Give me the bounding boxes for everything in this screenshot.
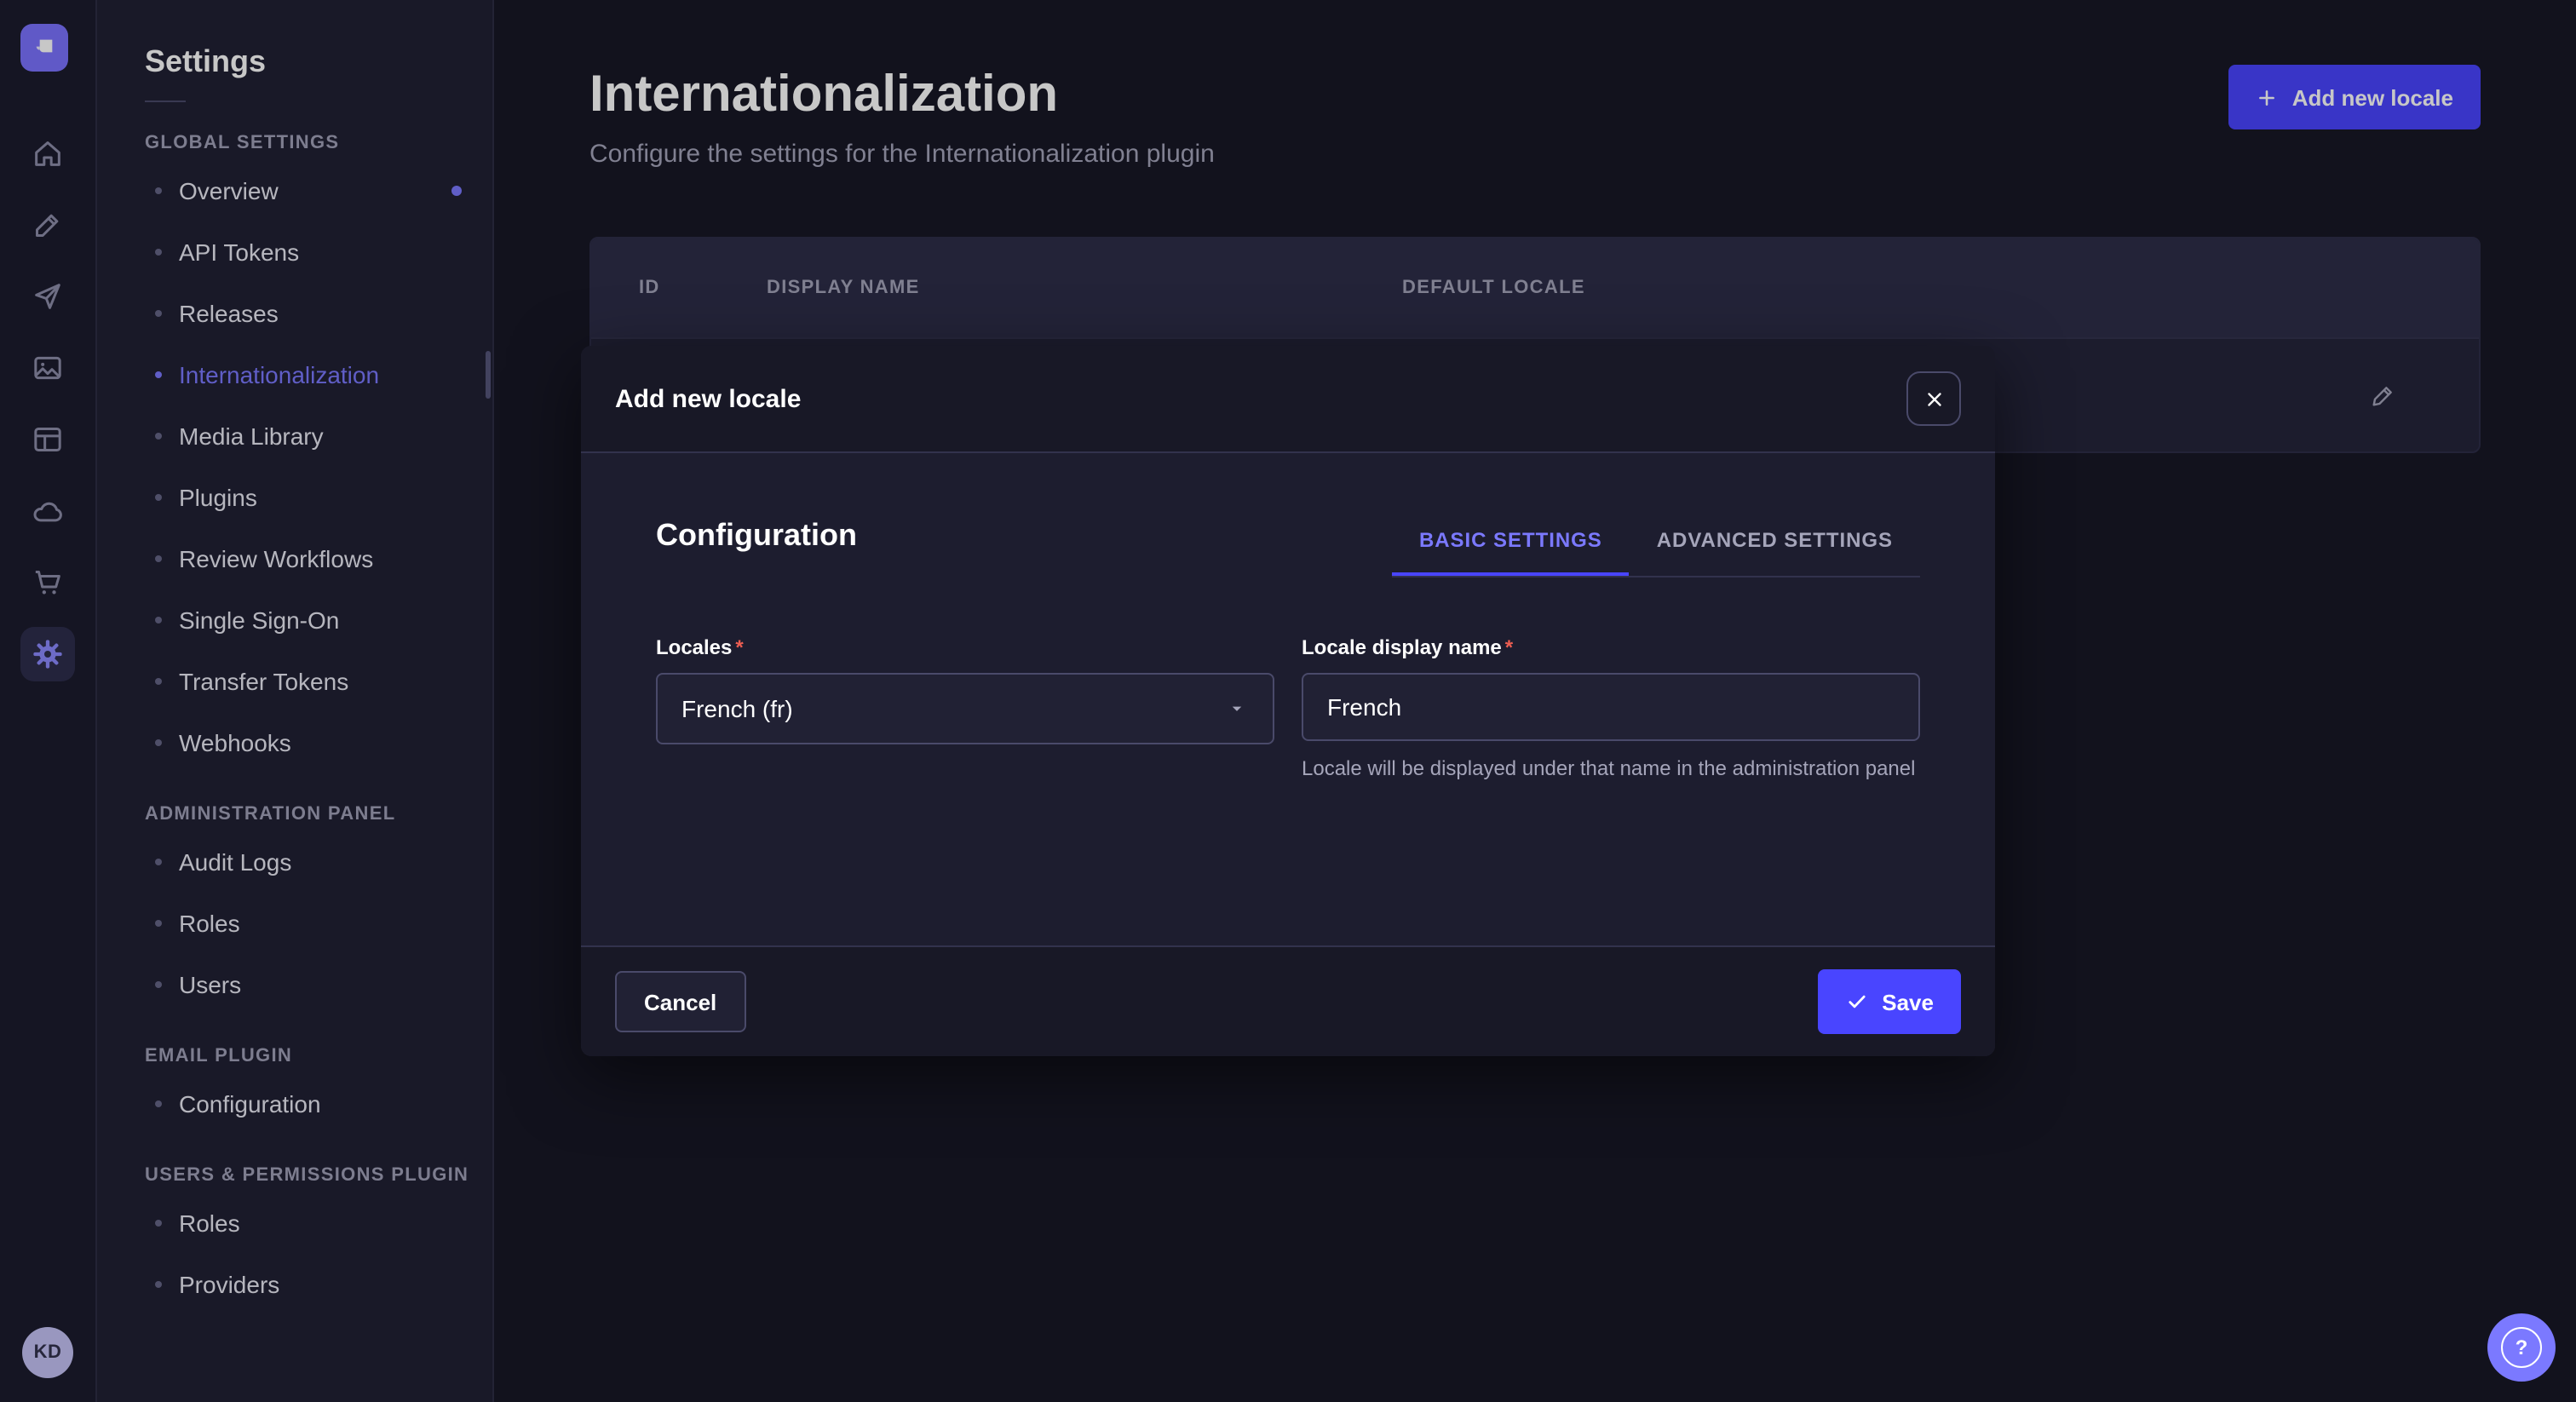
modal-body: Configuration BASIC SETTINGS ADVANCED SE… — [581, 453, 1995, 945]
modal-header: Add new locale — [581, 346, 1995, 453]
required-asterisk: * — [735, 635, 743, 659]
locales-select-value: French (fr) — [681, 695, 793, 722]
display-name-field: Locale display name* Locale will be disp… — [1302, 635, 1920, 784]
app: KD Settings GLOBAL SETTINGS Overview API… — [0, 0, 2576, 1402]
modal-tabs: BASIC SETTINGS ADVANCED SETTINGS — [1392, 528, 1920, 577]
tab-advanced-settings[interactable]: ADVANCED SETTINGS — [1630, 528, 1920, 576]
cancel-button[interactable]: Cancel — [615, 971, 745, 1032]
required-asterisk: * — [1505, 635, 1513, 659]
display-name-label: Locale display name* — [1302, 635, 1920, 659]
configuration-header-row: Configuration BASIC SETTINGS ADVANCED SE… — [656, 518, 1920, 577]
modal-title: Add new locale — [615, 384, 801, 413]
close-modal-button[interactable] — [1906, 371, 1961, 426]
help-button[interactable]: ? — [2487, 1313, 2556, 1382]
locales-field: Locales* French (fr) — [656, 635, 1274, 784]
locales-label: Locales* — [656, 635, 1274, 659]
configuration-title: Configuration — [656, 518, 857, 554]
locales-select[interactable]: French (fr) — [656, 673, 1274, 744]
check-icon — [1844, 990, 1868, 1014]
modal-footer: Cancel Save — [581, 945, 1995, 1056]
chevron-down-icon — [1225, 697, 1249, 721]
add-locale-modal: Add new locale Configuration BASIC SETTI… — [581, 346, 1995, 1056]
help-icon: ? — [2501, 1327, 2542, 1368]
locale-display-name-input[interactable] — [1302, 673, 1920, 741]
display-name-hint: Locale will be displayed under that name… — [1302, 755, 1920, 784]
close-icon — [1923, 388, 1945, 410]
save-button[interactable]: Save — [1817, 969, 1961, 1034]
tab-basic-settings[interactable]: BASIC SETTINGS — [1392, 528, 1630, 576]
locale-form: Locales* French (fr) Locale display name… — [656, 635, 1920, 784]
